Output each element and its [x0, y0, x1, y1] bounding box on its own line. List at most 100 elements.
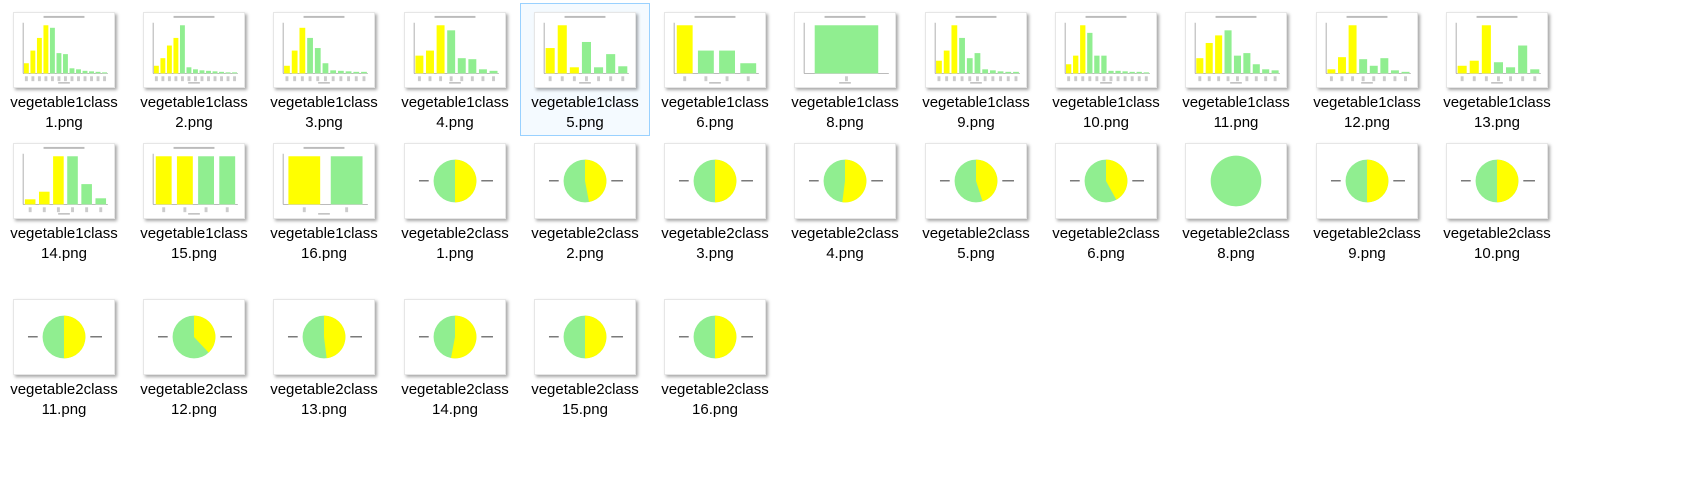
file-item[interactable]: vegetable2class 16.png: [651, 291, 779, 422]
file-item[interactable]: vegetable2class 5.png: [912, 135, 1040, 266]
pie-chart-thumbnail: [678, 315, 753, 359]
bar-chart-image-icon: [1055, 12, 1157, 88]
file-item[interactable]: vegetable2class 12.png: [130, 291, 258, 422]
file-item[interactable]: vegetable1class 2.png: [130, 4, 258, 135]
file-item[interactable]: vegetable2class 14.png: [391, 291, 519, 422]
file-item[interactable]: vegetable2class 13.png: [260, 291, 388, 422]
bar-chart-thumbnail: [152, 146, 238, 215]
file-name-line-1: vegetable2class: [270, 381, 378, 398]
file-name-label: vegetable1class 8.png: [781, 93, 909, 133]
file-name-line-2: 2.png: [566, 245, 604, 262]
file-name-line-1: vegetable2class: [401, 225, 509, 242]
file-name-line-2: 3.png: [305, 114, 343, 131]
file-name-line-1: vegetable2class: [922, 225, 1030, 242]
file-item[interactable]: vegetable1class 16.png: [260, 135, 388, 266]
file-item[interactable]: vegetable1class 15.png: [130, 135, 258, 266]
file-name-line-2: 13.png: [1474, 114, 1520, 131]
bar-chart-image-icon: [1446, 12, 1548, 88]
file-name-line-1: vegetable1class: [140, 94, 248, 111]
pie-chart-image-icon: [534, 143, 636, 219]
pie-chart-image-icon: [1446, 143, 1548, 219]
file-item[interactable]: vegetable2class 10.png: [1433, 135, 1561, 266]
pie-chart-thumbnail: [287, 315, 362, 359]
file-name-line-2: 16.png: [692, 401, 738, 418]
file-item[interactable]: vegetable2class 11.png: [0, 291, 128, 422]
file-name-label: vegetable2class 4.png: [781, 224, 909, 264]
file-name-line-1: vegetable1class: [140, 225, 248, 242]
file-name-label: vegetable1class 3.png: [260, 93, 388, 133]
file-name-label: vegetable1class 6.png: [651, 93, 779, 133]
file-item[interactable]: vegetable2class 1.png: [391, 135, 519, 266]
bar-chart-image-icon: [664, 12, 766, 88]
file-item[interactable]: vegetable2class 6.png: [1042, 135, 1170, 266]
file-item[interactable]: vegetable1class 3.png: [260, 4, 388, 135]
file-item[interactable]: vegetable2class 2.png: [521, 135, 649, 266]
pie-chart-image-icon: [925, 143, 1027, 219]
file-item[interactable]: vegetable1class 6.png: [651, 4, 779, 135]
file-name-label: vegetable2class 14.png: [391, 380, 519, 420]
file-name-line-2: 9.png: [957, 114, 995, 131]
file-name-label: vegetable2class 5.png: [912, 224, 1040, 264]
file-item[interactable]: vegetable1class 12.png: [1303, 4, 1431, 135]
pie-chart-thumbnail: [157, 315, 232, 359]
bar-chart-thumbnail: [152, 15, 238, 84]
file-name-line-1: vegetable2class: [1313, 225, 1421, 242]
bar-chart-image-icon: [13, 143, 115, 219]
bar-chart-image-icon: [1185, 12, 1287, 88]
file-item[interactable]: vegetable1class 8.png: [781, 4, 909, 135]
file-item[interactable]: vegetable1class 14.png: [0, 135, 128, 266]
file-name-line-2: 10.png: [1083, 114, 1129, 131]
file-name-line-1: vegetable1class: [401, 94, 509, 111]
bar-chart-image-icon: [273, 12, 375, 88]
file-item[interactable]: vegetable2class 4.png: [781, 135, 909, 266]
pie-chart-thumbnail: [548, 315, 623, 359]
file-name-line-1: vegetable2class: [1443, 225, 1551, 242]
file-name-label: vegetable1class 5.png: [521, 93, 649, 133]
file-item[interactable]: vegetable1class 5.png: [520, 3, 650, 136]
file-name-label: vegetable2class 10.png: [1433, 224, 1561, 264]
file-item[interactable]: vegetable2class 15.png: [521, 291, 649, 422]
file-name-line-2: 8.png: [1217, 245, 1255, 262]
file-name-label: vegetable1class 11.png: [1172, 93, 1300, 133]
file-name-line-1: vegetable2class: [531, 225, 639, 242]
bar-chart-thumbnail: [673, 15, 759, 84]
bar-chart-image-icon: [273, 143, 375, 219]
bar-chart-thumbnail: [1455, 15, 1541, 84]
file-name-label: vegetable1class 15.png: [130, 224, 258, 264]
file-item[interactable]: vegetable1class 13.png: [1433, 4, 1561, 135]
pie-chart-thumbnail: [939, 159, 1014, 203]
file-item[interactable]: vegetable1class 9.png: [912, 4, 1040, 135]
file-name-label: vegetable2class 12.png: [130, 380, 258, 420]
file-item[interactable]: vegetable2class 3.png: [651, 135, 779, 266]
file-name-line-1: vegetable1class: [661, 94, 769, 111]
file-name-line-1: vegetable2class: [661, 225, 769, 242]
file-name-line-1: vegetable2class: [10, 381, 118, 398]
file-name-line-1: vegetable1class: [1052, 94, 1160, 111]
file-name-label: vegetable1class 13.png: [1433, 93, 1561, 133]
file-name-line-1: vegetable2class: [401, 381, 509, 398]
file-item[interactable]: vegetable2class 9.png: [1303, 135, 1431, 266]
bar-chart-thumbnail: [1325, 15, 1411, 84]
pie-chart-thumbnail: [1460, 159, 1535, 203]
pie-chart-thumbnail: [1069, 159, 1144, 203]
file-name-line-2: 12.png: [1344, 114, 1390, 131]
file-item[interactable]: vegetable1class 10.png: [1042, 4, 1170, 135]
pie-chart-image-icon: [1055, 143, 1157, 219]
file-name-line-1: vegetable1class: [270, 94, 378, 111]
file-name-line-2: 11.png: [41, 401, 87, 418]
file-name-line-1: vegetable2class: [140, 381, 248, 398]
bar-chart-image-icon: [925, 12, 1027, 88]
file-name-line-2: 6.png: [696, 114, 734, 131]
file-name-line-2: 11.png: [1213, 114, 1259, 131]
file-name-line-2: 6.png: [1087, 245, 1125, 262]
file-name-label: vegetable2class 3.png: [651, 224, 779, 264]
file-name-label: vegetable1class 9.png: [912, 93, 1040, 133]
file-item[interactable]: vegetable1class 4.png: [391, 4, 519, 135]
pie-chart-thumbnail: [808, 159, 883, 203]
file-item[interactable]: vegetable1class 11.png: [1172, 4, 1300, 135]
file-name-line-1: vegetable2class: [531, 381, 639, 398]
pie-chart-thumbnail: [1330, 159, 1405, 203]
file-item[interactable]: vegetable1class 1.png: [0, 4, 128, 135]
pie-chart-thumbnail: [678, 159, 753, 203]
file-item[interactable]: vegetable2class 8.png: [1172, 135, 1300, 266]
